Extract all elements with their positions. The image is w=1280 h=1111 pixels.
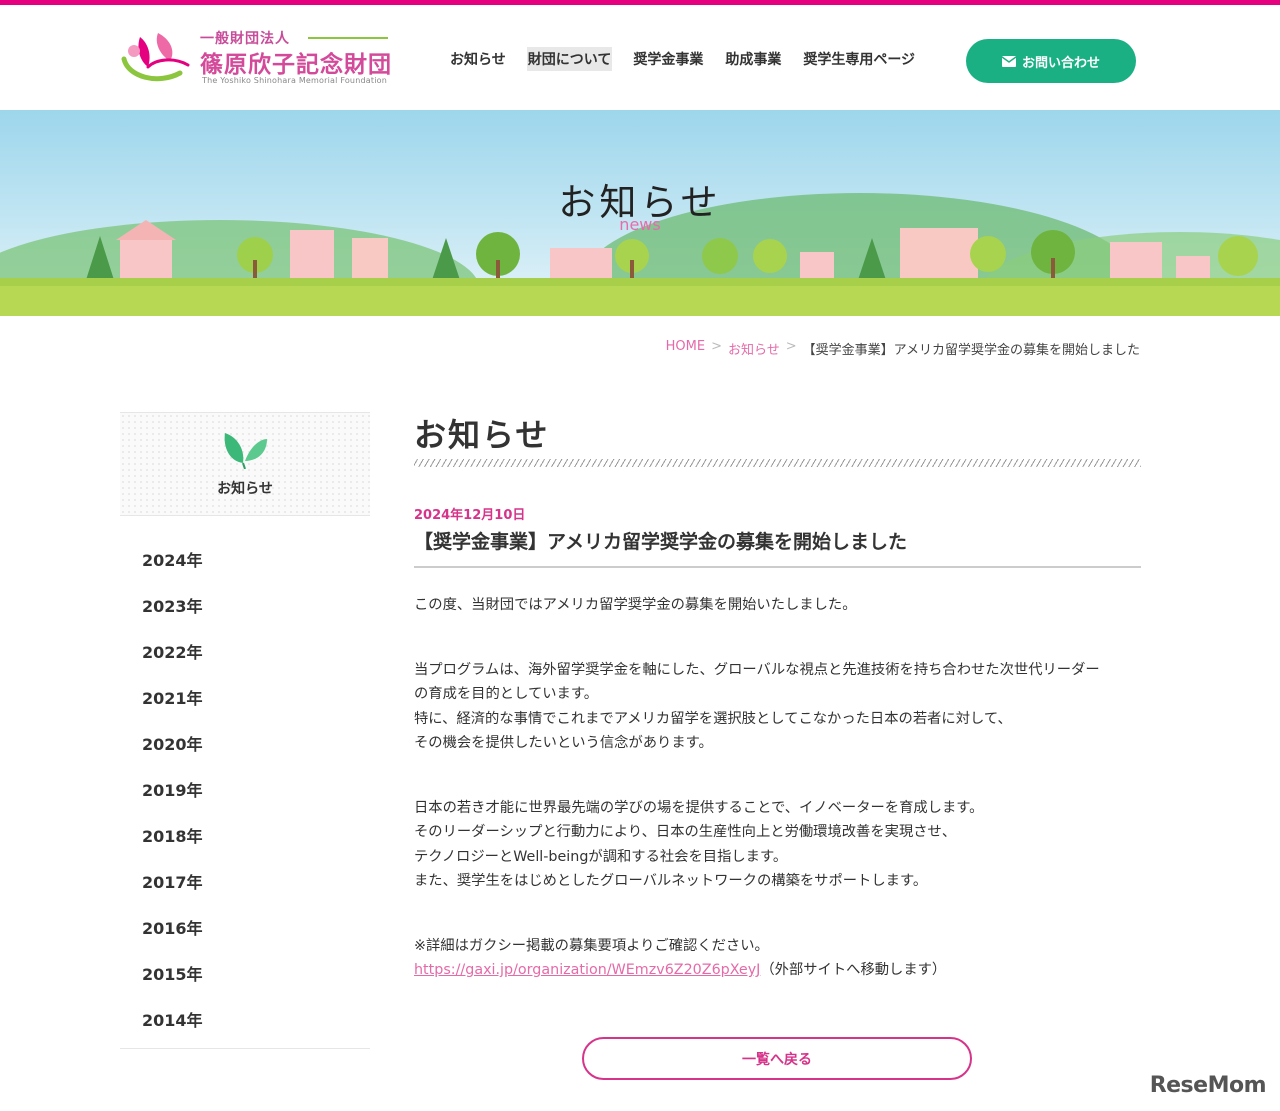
breadcrumb-news[interactable]: お知らせ xyxy=(728,339,780,358)
main-nav: お知らせ 財団について 奨学金事業 助成事業 奨学生専用ページ xyxy=(449,47,936,71)
breadcrumb-separator: > xyxy=(785,339,797,354)
paragraph-line: の育成を目的としています。 xyxy=(414,686,598,702)
contact-button[interactable]: お問い合わせ xyxy=(966,39,1136,83)
back-button-label: 一覧へ戻る xyxy=(742,1051,812,1068)
breadcrumb-current: 【奨学金事業】アメリカ留学奨学金の募集を開始しました xyxy=(802,343,1140,358)
sidebar: お知らせ 2024年 2023年 2022年 2021年 2020年 2019年… xyxy=(120,412,370,1049)
mail-icon xyxy=(1001,55,1016,67)
external-link[interactable]: https://gaxi.jp/organization/WEmzv6Z20Z6… xyxy=(414,962,760,978)
paragraph-line: また、奨学生をはじめとしたグローバルネットワークの構築をサポートします。 xyxy=(414,873,928,889)
external-note: （外部サイトへ移動します） xyxy=(760,962,947,978)
site-logo[interactable]: 一般財団法人 篠原欣子記念財団 The Yoshiko Shinohara Me… xyxy=(118,23,408,93)
year-2015[interactable]: 2015年 xyxy=(120,952,370,998)
year-archive-list: 2024年 2023年 2022年 2021年 2020年 2019年 2018… xyxy=(120,516,370,1044)
hero-subtitle: news xyxy=(619,215,661,234)
logo-mark-icon xyxy=(121,33,190,82)
hero-banner: お知らせ news xyxy=(0,110,1280,316)
year-2020[interactable]: 2020年 xyxy=(120,722,370,768)
paragraph-line: 当プログラムは、海外留学奨学金を軸にした、グローバルな視点と先進技術を持ち合わせ… xyxy=(414,661,1100,678)
paragraph-line: この度、当財団ではアメリカ留学奨学金の募集を開始いたしました。 xyxy=(414,597,857,613)
watermark-logo: ReseMom xyxy=(1149,1073,1267,1098)
year-2023[interactable]: 2023年 xyxy=(120,584,370,630)
year-2019[interactable]: 2019年 xyxy=(120,768,370,814)
logo-decoration-line xyxy=(308,37,388,39)
year-2016[interactable]: 2016年 xyxy=(120,906,370,952)
breadcrumb-separator: > xyxy=(711,339,722,354)
logo-title: 篠原欣子記念財団 xyxy=(200,52,392,78)
nav-scholar-page[interactable]: 奨学生専用ページ xyxy=(802,47,916,71)
post-paragraph-2: 当プログラムは、海外留学奨学金を軸にした、グローバルな視点と先進技術を持ち合わせ… xyxy=(414,658,1141,756)
breadcrumb-home[interactable]: HOME xyxy=(666,339,705,358)
year-2018[interactable]: 2018年 xyxy=(120,814,370,860)
nav-about[interactable]: 財団について xyxy=(526,47,613,71)
page-title: お知らせ xyxy=(414,416,550,454)
paragraph-line: その機会を提供したいという信念があります。 xyxy=(414,735,713,751)
breadcrumb: HOME > お知らせ > 【奨学金事業】アメリカ留学奨学金の募集を開始しました xyxy=(666,339,1140,358)
year-2024[interactable]: 2024年 xyxy=(120,538,370,584)
year-2022[interactable]: 2022年 xyxy=(120,630,370,676)
leaf-icon xyxy=(224,433,267,469)
post-paragraph-1: この度、当財団ではアメリカ留学奨学金の募集を開始いたしました。 xyxy=(414,593,1141,618)
paragraph-line: 日本の若き才能に世界最先端の学びの場を提供することで、イノベーターを育成します。 xyxy=(414,799,984,816)
nav-scholarship[interactable]: 奨学金事業 xyxy=(632,47,704,71)
year-2014[interactable]: 2014年 xyxy=(120,998,370,1044)
post-date: 2024年12月10日 xyxy=(414,508,526,523)
paragraph-line: テクノロジーとWell-beingが調和する社会を目指します。 xyxy=(414,848,788,865)
post-title: 【奨学金事業】アメリカ留学奨学金の募集を開始しました xyxy=(414,527,1141,568)
paragraph-line: https://gaxi.jp/organization/WEmzv6Z20Z6… xyxy=(414,958,1141,983)
post-paragraph-4: ※詳細はガクシー掲載の募集要項よりご確認ください。 https://gaxi.j… xyxy=(414,934,1141,983)
title-stripe-divider xyxy=(414,459,1141,467)
sidebar-header: お知らせ xyxy=(120,412,370,516)
sidebar-divider xyxy=(120,1048,370,1049)
post-paragraph-3: 日本の若き才能に世界最先端の学びの場を提供することで、イノベーターを育成します。… xyxy=(414,796,1141,894)
sidebar-heading: お知らせ xyxy=(217,481,273,497)
site-header: 一般財団法人 篠原欣子記念財団 The Yoshiko Shinohara Me… xyxy=(0,5,1280,110)
main-content: お知らせ 2024年12月10日 【奨学金事業】アメリカ留学奨学金の募集を開始し… xyxy=(414,410,1141,983)
paragraph-line: ※詳細はガクシー掲載の募集要項よりご確認ください。 xyxy=(414,937,769,954)
logo-english-name: The Yoshiko Shinohara Memorial Foundatio… xyxy=(202,76,387,85)
year-2017[interactable]: 2017年 xyxy=(120,860,370,906)
contact-button-label: お問い合わせ xyxy=(1021,55,1100,71)
paragraph-line: 特に、経済的な事情でこれまでアメリカ留学を選択肢としてこなかった日本の若者に対し… xyxy=(414,710,1012,727)
back-to-list-button[interactable]: 一覧へ戻る xyxy=(582,1037,972,1080)
paragraph-line: そのリーダーシップと行動力により、日本の生産性向上と労働環境改善を実現させ、 xyxy=(414,824,957,840)
nav-news[interactable]: お知らせ xyxy=(449,47,507,71)
nav-grants[interactable]: 助成事業 xyxy=(724,47,782,71)
year-2021[interactable]: 2021年 xyxy=(120,676,370,722)
